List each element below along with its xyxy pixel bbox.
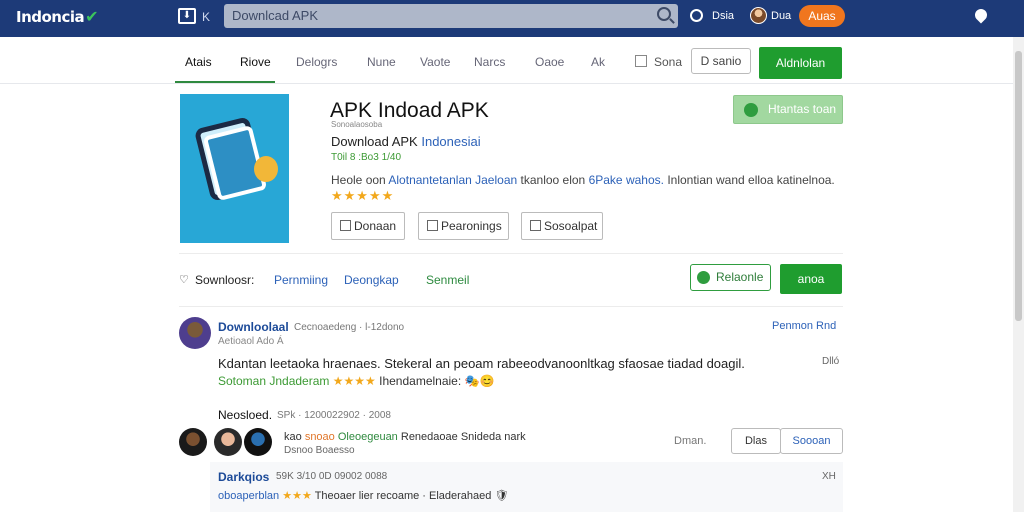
active-tab-indicator	[175, 81, 275, 83]
nav-item-0[interactable]: Atais	[185, 55, 212, 69]
comment-tags: Sotoman Jndaderam ★★★★ Ihendamelnaie: 🎭😊	[218, 374, 495, 388]
reply-meta: 59K 3/10 0D 09002 0088	[276, 471, 388, 482]
nav-item-7[interactable]: Ak	[591, 55, 605, 69]
user-avatar[interactable]	[750, 7, 767, 24]
comment-right-link[interactable]: Penmon Rnd	[772, 320, 836, 332]
emoji-icon: 🛡	[494, 490, 509, 502]
share-icon	[340, 220, 351, 231]
user-name[interactable]: Dua	[771, 10, 791, 22]
nav-bar: Atais Riove Delogrs Nune Vaote Narcs Oao…	[0, 37, 1013, 84]
globe-icon[interactable]	[690, 9, 703, 22]
search-placeholder: Downlcad APK	[232, 8, 318, 23]
downloads-label: Sownloosr:	[195, 273, 255, 287]
shield-icon	[744, 103, 758, 117]
settings-button[interactable]: Pearonings	[418, 212, 509, 240]
grid-icon	[530, 220, 541, 231]
top-action-button[interactable]: Auas	[799, 5, 845, 27]
download-button[interactable]: Donaan	[331, 212, 405, 240]
nav-item-2[interactable]: Delogrs	[296, 55, 337, 69]
reply-author[interactable]: Darkqios	[218, 470, 269, 484]
apk-icon[interactable]: ⬇	[178, 8, 196, 24]
location-icon[interactable]	[972, 6, 990, 24]
permissions-link[interactable]: Pernmiing	[274, 273, 328, 287]
related-title: Neosloed.	[218, 408, 273, 422]
nav-item-5[interactable]: Narcs	[474, 55, 505, 69]
comment-author[interactable]: Downloolaal	[218, 320, 289, 334]
related-meta: SPk · 1200022902 · 2008	[277, 410, 391, 421]
comment-right-small: Dlló	[822, 356, 840, 367]
comment-sub: Aetioaol Ado Á	[218, 336, 284, 347]
related-avatar[interactable]	[214, 428, 242, 456]
developer-link[interactable]: Deongkap	[344, 273, 399, 287]
nav-item-4[interactable]: Vaote	[420, 55, 450, 69]
comment-meta: Cecnoaedeng · l-12dono	[294, 322, 405, 333]
edit-icon[interactable]	[635, 55, 647, 67]
nav-green-button[interactable]: Aldnlolan	[759, 47, 842, 79]
nav-item-6[interactable]: Oaoe	[535, 55, 564, 69]
related-status: Dman.	[674, 435, 707, 447]
search-icon[interactable]	[657, 7, 671, 21]
top-bar: Indoncia✔ ⬇ K Downlcad APK Dsia Dua Auas	[0, 0, 1024, 37]
rating-stars: ★★★★★	[331, 188, 395, 203]
related-avatar[interactable]	[179, 428, 207, 456]
language-label[interactable]: Dsia	[712, 10, 734, 22]
app-icon-image	[180, 94, 289, 243]
commenter-avatar[interactable]	[179, 317, 211, 349]
related-line: kao snoao Oleoegeuan Renedaoae Snideda n…	[284, 431, 526, 443]
app-description: Heole oon Alotnantetanlan Jaeloan tkanlo…	[331, 173, 835, 187]
verified-button[interactable]: Htantas toan	[733, 95, 843, 124]
scrollbar[interactable]	[1013, 37, 1024, 512]
app-small-line: Sonoalaosoba	[331, 120, 383, 129]
related-avatar[interactable]	[244, 428, 272, 456]
nav-outline-button[interactable]: D sanio	[691, 48, 751, 74]
reply-box	[210, 462, 843, 512]
heart-icon[interactable]: ♡	[179, 273, 189, 286]
pen-icon	[427, 220, 438, 231]
nav-item-3[interactable]: Nune	[367, 55, 396, 69]
relation-button[interactable]: Relaonle	[690, 264, 771, 291]
related-share-button[interactable]: Dlas	[731, 428, 781, 454]
check-icon: ✔	[85, 7, 99, 26]
social-link[interactable]: Senmeil	[426, 273, 469, 287]
nav-item-1[interactable]: Riove	[240, 55, 271, 69]
brand-logo[interactable]: Indoncia✔	[16, 7, 99, 26]
apk-tag: K	[202, 10, 211, 24]
reply-close[interactable]: XH	[822, 471, 836, 482]
related-follow-button[interactable]: Soooan	[780, 428, 843, 454]
play-icon	[697, 271, 710, 284]
divider	[179, 306, 843, 307]
app-subtitle: Download APK Indonesiai	[331, 134, 481, 149]
comment-body: Kdantan leetaoka hraenaes. Stekeral an p…	[218, 356, 745, 371]
reply-line: oboaperblan ★★★ Theoaer lier recoame · E…	[218, 490, 509, 502]
scroll-thumb[interactable]	[1015, 51, 1022, 321]
edit-label[interactable]: Sona	[654, 55, 682, 69]
social-button[interactable]: Sosoalpat	[521, 212, 603, 240]
green-action-button[interactable]: anoa	[780, 264, 842, 294]
search-input[interactable]: Downlcad APK	[224, 4, 678, 28]
app-version: T0il 8 :Bo3 1/40	[331, 152, 402, 163]
coin-icon	[254, 156, 278, 182]
divider	[179, 253, 843, 254]
emoji-icon: 🎭😊	[464, 374, 495, 388]
related-subline: Dsnoo Boaesso	[284, 445, 355, 456]
